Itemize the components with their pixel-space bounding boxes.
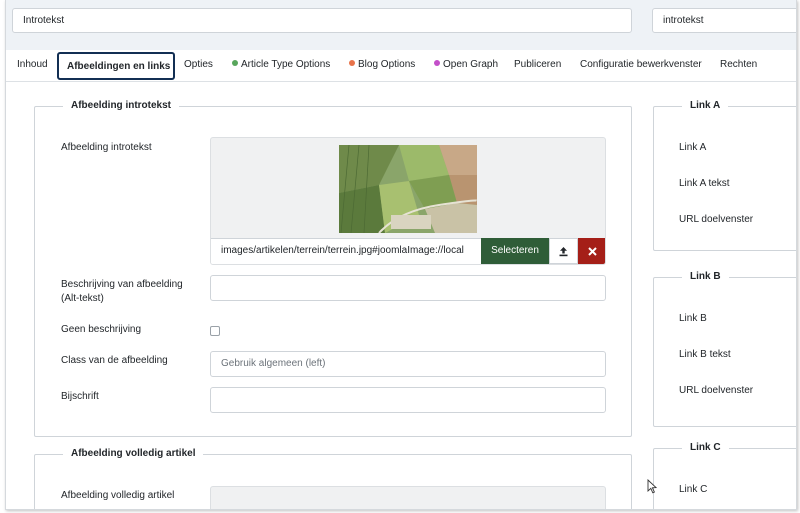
link-a-target-label: URL doelvenster xyxy=(679,214,754,225)
note-field[interactable]: introtekst xyxy=(652,8,796,33)
tab-blog-options[interactable]: Blog Options xyxy=(349,52,415,80)
tab-rechten[interactable]: Rechten xyxy=(720,52,757,80)
fieldset-legend: Afbeelding volledig artikel xyxy=(63,448,204,459)
tab-article-type-options[interactable]: Article Type Options xyxy=(232,52,330,80)
alt-text-input[interactable] xyxy=(210,275,606,301)
select-image-button[interactable]: Selecteren xyxy=(481,238,549,264)
tab-inhoud[interactable]: Inhoud xyxy=(17,52,48,80)
image-preview xyxy=(339,145,477,233)
tab-publiceren[interactable]: Publiceren xyxy=(514,52,561,80)
link-c-label: Link C xyxy=(679,484,708,495)
tab-images-links[interactable]: Afbeeldingen en links xyxy=(57,52,175,80)
no-description-checkbox[interactable] xyxy=(210,326,220,336)
fieldset-legend: Afbeelding introtekst xyxy=(63,100,180,111)
fieldset-legend: Link A xyxy=(682,100,729,111)
link-b-target-label: URL doelvenster xyxy=(679,385,754,396)
link-b-text-label: Link B tekst xyxy=(679,349,731,360)
caption-label: Bijschrift xyxy=(61,391,99,402)
full-image-field[interactable] xyxy=(210,486,606,509)
tab-label: Article Type Options xyxy=(241,59,331,70)
upload-icon xyxy=(559,246,568,256)
status-dot-icon xyxy=(232,60,238,66)
fieldset-legend: Link C xyxy=(682,442,729,453)
link-a-text-label: Link A tekst xyxy=(679,178,730,189)
intro-image-field[interactable]: images/artikelen/terrein/terrein.jpg#joo… xyxy=(210,137,606,265)
alias-field[interactable]: Introtekst xyxy=(12,8,632,33)
status-dot-icon xyxy=(349,60,355,66)
image-path-input[interactable]: images/artikelen/terrein/terrein.jpg#joo… xyxy=(211,238,481,264)
remove-image-button[interactable] xyxy=(578,238,605,264)
link-c-fieldset: Link C xyxy=(653,442,796,509)
status-dot-icon xyxy=(434,60,440,66)
tab-label: Open Graph xyxy=(443,59,499,70)
fieldset-legend: Link B xyxy=(682,271,729,282)
editor-tabs: Inhoud Afbeeldingen en links Opties Arti… xyxy=(6,50,796,82)
mouse-cursor-icon xyxy=(647,479,657,494)
link-a-label: Link A xyxy=(679,142,707,153)
no-description-label: Geen beschrijving xyxy=(61,324,142,335)
upload-button[interactable] xyxy=(549,238,578,264)
tab-label: Blog Options xyxy=(358,59,416,70)
tab-opties[interactable]: Opties xyxy=(184,52,213,80)
image-class-input[interactable]: Gebruik algemeen (left) xyxy=(210,351,606,377)
caption-input[interactable] xyxy=(210,387,606,413)
tab-panel: Afbeelding introtekst Afbeelding introte… xyxy=(6,82,796,509)
tab-open-graph[interactable]: Open Graph xyxy=(434,52,498,80)
tab-configuratie[interactable]: Configuratie bewerkvenster xyxy=(580,52,702,80)
article-editor: Introtekst introtekst Inhoud Afbeeldinge… xyxy=(5,0,797,510)
intro-image-label: Afbeelding introtekst xyxy=(61,142,152,153)
link-b-label: Link B xyxy=(679,313,707,324)
close-icon xyxy=(588,246,597,256)
full-image-label: Afbeelding volledig artikel xyxy=(61,490,175,501)
alt-text-label: Beschrijving van afbeelding (Alt-tekst) xyxy=(61,279,183,304)
image-class-label: Class van de afbeelding xyxy=(61,355,168,366)
